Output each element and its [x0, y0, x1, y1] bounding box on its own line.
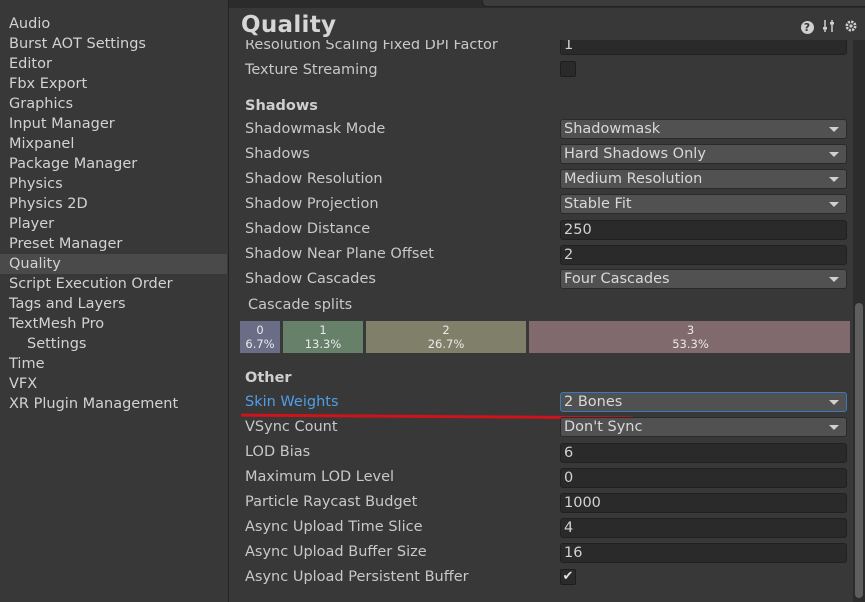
cascade-segment-1-index: 1	[319, 323, 327, 337]
shadows-value: Hard Shadows Only	[564, 146, 706, 162]
vsync-count-value: Don't Sync	[564, 419, 643, 435]
chevron-down-icon	[829, 277, 839, 282]
chevron-down-icon	[829, 400, 839, 405]
shadows-section-header: Shadows	[245, 98, 318, 114]
other-section-header: Other	[245, 370, 292, 386]
vsync-count-label: VSync Count	[245, 419, 338, 435]
shadow-near-plane-label: Shadow Near Plane Offset	[245, 246, 434, 262]
checkmark-icon: ✔	[562, 569, 574, 584]
sidebar-item-mixpanel[interactable]: Mixpanel	[0, 134, 227, 154]
sidebar-item-script-execution-order[interactable]: Script Execution Order	[0, 274, 227, 294]
sidebar-item-time[interactable]: Time	[0, 354, 227, 374]
preset-icon[interactable]	[821, 19, 837, 35]
sidebar-item-preset-manager[interactable]: Preset Manager	[0, 234, 227, 254]
texture-streaming-label: Texture Streaming	[245, 62, 378, 78]
async-time-slice-field[interactable]: 4	[560, 518, 847, 538]
help-icon[interactable]: ?	[799, 19, 815, 35]
async-buffer-size-field[interactable]: 16	[560, 543, 847, 563]
vsync-count-dropdown[interactable]: Don't Sync	[560, 417, 847, 437]
cascade-segment-2-percent: 26.7%	[427, 337, 465, 351]
skin-weights-label[interactable]: Skin Weights	[245, 392, 339, 412]
cascade-segment-0[interactable]: 0 6.7%	[240, 321, 280, 353]
sidebar-item-vfx[interactable]: VFX	[0, 374, 227, 394]
skin-weights-value: 2 Bones	[564, 394, 623, 410]
shadow-cascades-label: Shadow Cascades	[245, 271, 376, 287]
shadow-distance-field[interactable]: 250	[560, 220, 847, 240]
sidebar-item-fbx-export[interactable]: Fbx Export	[0, 74, 227, 94]
shadow-projection-label: Shadow Projection	[245, 196, 379, 212]
async-persistent-checkbox[interactable]: ✔	[560, 569, 576, 585]
sidebar-item-input-manager[interactable]: Input Manager	[0, 114, 227, 134]
cascade-segment-3-percent: 53.3%	[672, 337, 709, 351]
max-lod-level-field[interactable]: 0	[560, 468, 847, 488]
cascade-segment-3[interactable]: 3 53.3%	[529, 321, 850, 353]
sidebar-item-graphics[interactable]: Graphics	[0, 94, 227, 114]
async-buffer-size-label: Async Upload Buffer Size	[245, 544, 427, 560]
sidebar-item-physics[interactable]: Physics	[0, 174, 227, 194]
lod-bias-field[interactable]: 6	[560, 443, 847, 463]
shadowmask-mode-dropdown[interactable]: Shadowmask	[560, 119, 847, 139]
cascade-segment-0-index: 0	[256, 323, 264, 337]
lod-bias-label: LOD Bias	[245, 444, 311, 460]
resolution-scaling-label: Resolution Scaling Fixed DPI Factor	[245, 40, 498, 53]
shadows-dropdown[interactable]: Hard Shadows Only	[560, 144, 847, 164]
cascade-segment-2-index: 2	[442, 323, 450, 337]
shadow-resolution-dropdown[interactable]: Medium Resolution	[560, 169, 847, 189]
vertical-scrollbar[interactable]	[853, 40, 865, 602]
sidebar-item-textmesh-pro-settings[interactable]: Settings	[0, 334, 227, 354]
async-time-slice-label: Async Upload Time Slice	[245, 519, 423, 535]
sidebar-item-quality[interactable]: Quality	[0, 254, 227, 274]
quality-settings-panel: Quality ? Resolution Scaling Fixed DPI F…	[229, 8, 865, 602]
shadow-cascades-dropdown[interactable]: Four Cascades	[560, 269, 847, 289]
cascade-segment-1[interactable]: 1 13.3%	[283, 321, 363, 353]
shadows-label: Shadows	[245, 146, 310, 162]
shadow-resolution-label: Shadow Resolution	[245, 171, 383, 187]
shadowmask-mode-value: Shadowmask	[564, 121, 661, 137]
chevron-down-icon	[829, 425, 839, 430]
shadow-resolution-value: Medium Resolution	[564, 171, 703, 187]
shadow-projection-value: Stable Fit	[564, 196, 632, 212]
cascade-splits-label: Cascade splits	[248, 297, 353, 313]
particle-raycast-field[interactable]: 1000	[560, 493, 847, 513]
cascade-splits-bar[interactable]: 0 6.7% 1 13.3% 2 26.7% 3 53.3%	[240, 321, 850, 353]
sidebar-item-editor[interactable]: Editor	[0, 54, 227, 74]
shadow-cascades-value: Four Cascades	[564, 271, 670, 287]
page-title: Quality	[241, 12, 337, 38]
shadow-near-plane-field[interactable]: 2	[560, 245, 847, 265]
sidebar-item-xr-plugin-management[interactable]: XR Plugin Management	[0, 394, 227, 414]
cascade-segment-1-percent: 13.3%	[304, 337, 342, 351]
top-search-bar[interactable]	[482, 0, 865, 7]
sidebar-item-audio[interactable]: Audio	[0, 14, 227, 34]
shadow-distance-label: Shadow Distance	[245, 221, 371, 237]
sidebar-item-tags-and-layers[interactable]: Tags and Layers	[0, 294, 227, 314]
shadowmask-mode-label: Shadowmask Mode	[245, 121, 386, 137]
chevron-down-icon	[829, 127, 839, 132]
chevron-down-icon	[829, 177, 839, 182]
cascade-segment-0-percent: 6.7%	[245, 337, 275, 351]
sidebar-item-textmesh-pro[interactable]: TextMesh Pro	[0, 314, 227, 334]
sidebar-item-package-manager[interactable]: Package Manager	[0, 154, 227, 174]
max-lod-level-label: Maximum LOD Level	[245, 469, 395, 485]
gear-icon[interactable]	[843, 19, 859, 35]
settings-sidebar: Audio Burst AOT Settings Editor Fbx Expo…	[0, 0, 229, 602]
settings-scroll-area: Resolution Scaling Fixed DPI Factor 1 Te…	[229, 40, 850, 602]
particle-raycast-label: Particle Raycast Budget	[245, 494, 418, 510]
cascade-segment-3-index: 3	[686, 323, 695, 337]
scrollbar-thumb[interactable]	[855, 303, 863, 598]
chevron-down-icon	[829, 202, 839, 207]
shadow-projection-dropdown[interactable]: Stable Fit	[560, 194, 847, 214]
chevron-down-icon	[829, 152, 839, 157]
sidebar-item-burst-aot-settings[interactable]: Burst AOT Settings	[0, 34, 227, 54]
resolution-scaling-field[interactable]: 1	[560, 40, 847, 55]
async-persistent-label: Async Upload Persistent Buffer	[245, 569, 469, 585]
sidebar-item-physics-2d[interactable]: Physics 2D	[0, 194, 227, 214]
cascade-segment-2[interactable]: 2 26.7%	[366, 321, 526, 353]
sidebar-item-player[interactable]: Player	[0, 214, 227, 234]
skin-weights-dropdown[interactable]: 2 Bones	[560, 392, 847, 412]
texture-streaming-checkbox[interactable]	[560, 61, 576, 77]
